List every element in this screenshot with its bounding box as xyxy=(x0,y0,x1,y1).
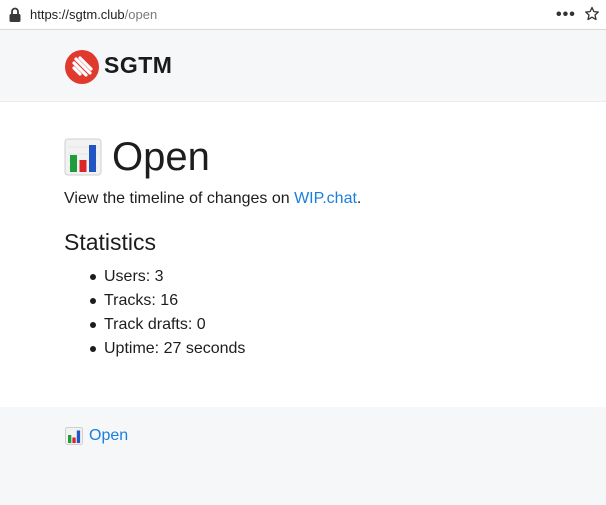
url-path: /open xyxy=(124,7,158,22)
statistics-list: Users: 3 Tracks: 16 Track drafts: 0 Upti… xyxy=(64,265,245,361)
browser-url-bar[interactable]: https://sgtm.club/open ••• xyxy=(0,0,606,30)
bar-chart-icon xyxy=(65,427,83,445)
site-header: SGTM xyxy=(0,30,606,102)
footer-link-label: Open xyxy=(89,427,129,444)
bar-chart-icon xyxy=(64,138,102,176)
statistics-heading: Statistics xyxy=(64,229,157,255)
stat-tracks: Tracks: 16 xyxy=(89,289,245,313)
brand-name[interactable]: SGTM xyxy=(104,52,172,79)
intro-suffix: . xyxy=(356,190,362,207)
intro-prefix: View the timeline of changes on xyxy=(64,190,295,207)
url-host: https://sgtm.club xyxy=(30,7,125,22)
site-footer: Open xyxy=(0,407,606,505)
stat-track-drafts: Track drafts: 0 xyxy=(89,313,245,337)
page-actions-menu-icon[interactable]: ••• xyxy=(556,6,576,24)
bookmark-star-icon[interactable] xyxy=(584,6,600,22)
stat-uptime: Uptime: 27 seconds xyxy=(89,337,245,361)
wip-chat-link[interactable]: WIP.chat xyxy=(294,190,357,207)
lock-icon xyxy=(9,7,21,22)
page-title: Open xyxy=(64,133,210,181)
page-title-text: Open xyxy=(112,135,210,179)
address-text[interactable]: https://sgtm.club/open xyxy=(30,7,157,22)
sgtm-logo-icon[interactable] xyxy=(65,50,99,84)
footer-open-link[interactable]: Open xyxy=(65,427,128,445)
stat-users: Users: 3 xyxy=(89,265,245,289)
intro-text: View the timeline of changes on WIP.chat… xyxy=(64,190,361,208)
